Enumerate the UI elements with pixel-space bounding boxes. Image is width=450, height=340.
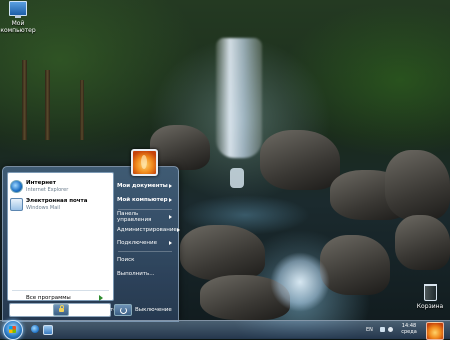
pinned-internet[interactable]: Интернет Internet Explorer (10, 180, 110, 193)
menu-item-connect[interactable]: Подключение (114, 238, 174, 247)
clock-day: среда (401, 329, 417, 335)
power-icon (119, 306, 127, 314)
chevron-right-icon (169, 214, 172, 219)
pinned-email[interactable]: Электронная почта Windows Mail (10, 198, 110, 211)
language-indicator[interactable]: EN (366, 327, 373, 333)
quicklaunch-show-desktop-icon[interactable] (43, 325, 53, 335)
chevron-right-icon (169, 240, 172, 245)
arrow-right-icon (99, 294, 103, 301)
all-programs-button[interactable]: Все программы (12, 293, 109, 302)
pinned-title: Электронная почта (26, 198, 88, 204)
menu-item-control-panel[interactable]: Панель управления (114, 210, 174, 223)
start-menu-programs-pane: Интернет Internet Explorer Электронная п… (7, 172, 114, 301)
start-menu: Интернет Internet Explorer Электронная п… (2, 166, 180, 322)
menu-item-search[interactable]: Поиск (114, 255, 174, 264)
show-desktop-button[interactable] (426, 322, 444, 340)
menu-item-computer[interactable]: Мой компьютер (114, 195, 174, 204)
menu-item-label: Панель управления (117, 210, 152, 223)
pinned-title: Интернет (26, 180, 56, 186)
my-computer-label: Мой компьютер (0, 20, 36, 34)
menu-item-documents[interactable]: Мои документы (114, 181, 174, 190)
volume-icon[interactable] (388, 327, 393, 332)
recycle-bin-desktop-icon[interactable]: Корзина (417, 284, 443, 310)
network-icon[interactable] (380, 327, 385, 332)
separator (118, 251, 172, 252)
waterfall (216, 38, 262, 158)
windows-logo-icon (9, 326, 16, 333)
taskbar: EN 14:48 среда (0, 320, 450, 340)
chevron-right-icon (176, 227, 180, 232)
my-computer-desktop-icon[interactable]: Мой компьютер (0, 1, 36, 34)
pinned-subtitle: Windows Mail (26, 205, 61, 211)
chevron-right-icon (169, 183, 172, 188)
menu-item-label: Выполнить... (117, 270, 155, 277)
user-avatar[interactable] (131, 149, 158, 176)
pinned-subtitle: Internet Explorer (26, 187, 69, 193)
recycle-bin-icon (423, 284, 437, 301)
mail-icon (10, 198, 23, 211)
menu-item-label: Поиск (117, 256, 135, 263)
quicklaunch-internet-explorer-icon[interactable] (31, 325, 39, 333)
cascade (270, 252, 330, 312)
computer-icon (9, 1, 27, 18)
shutdown-label: Выключение (135, 307, 172, 313)
shutdown-button[interactable]: Выключение (114, 304, 172, 316)
flower-icon (141, 155, 147, 169)
chevron-right-icon (169, 197, 172, 202)
menu-item-label: Мой компьютер (117, 196, 168, 203)
separator (12, 290, 109, 291)
menu-item-run[interactable]: Выполнить... (114, 269, 174, 278)
recycle-bin-label: Корзина (416, 303, 444, 310)
lock-icon (58, 305, 64, 312)
menu-item-label: Мои документы (117, 182, 168, 189)
menu-item-admin[interactable]: Администрирование (114, 225, 180, 234)
start-button[interactable] (3, 320, 23, 340)
menu-item-label: Подключение (117, 239, 157, 246)
menu-item-label: Администрирование (117, 226, 177, 233)
clock[interactable]: 14:48 среда (397, 323, 421, 335)
all-programs-label: Все программы (26, 294, 71, 301)
internet-explorer-icon (10, 180, 23, 193)
